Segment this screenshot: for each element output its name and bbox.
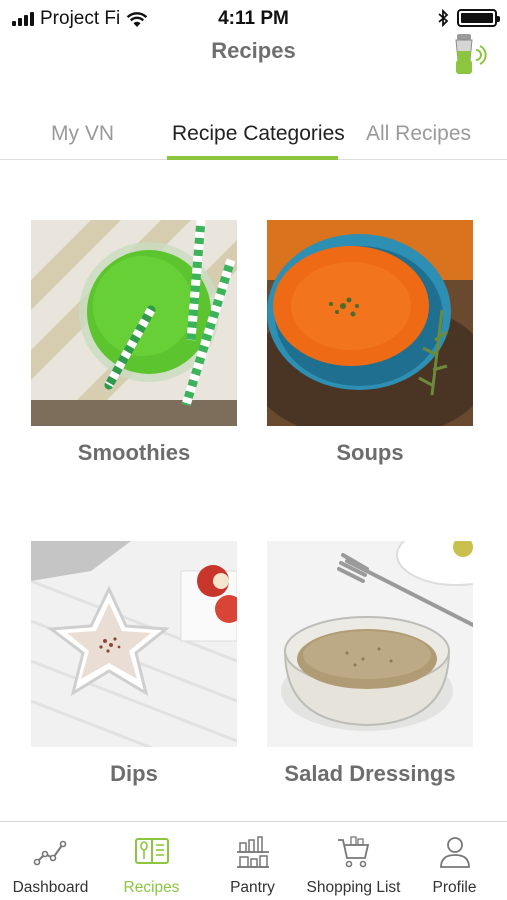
nav-pantry[interactable]: Pantry xyxy=(202,822,303,900)
person-icon xyxy=(439,837,470,868)
tomato-soup-photo xyxy=(267,220,473,426)
nav-recipes[interactable]: Recipes xyxy=(101,822,202,900)
nav-profile[interactable]: Profile xyxy=(404,822,505,900)
bottom-nav: Dashboard Recipes Pantry Shopping List P… xyxy=(0,821,507,900)
nav-label: Pantry xyxy=(230,879,275,896)
category-card-soups[interactable]: Soups xyxy=(267,220,473,466)
blender-connected-icon[interactable] xyxy=(451,30,489,78)
chart-line-icon xyxy=(33,840,66,866)
bluetooth-icon xyxy=(438,9,449,27)
category-label: Smoothies xyxy=(77,440,191,465)
active-tab-indicator xyxy=(167,156,338,160)
nav-label: Shopping List xyxy=(306,879,401,896)
nav-label: Profile xyxy=(432,879,477,896)
star-bowl-dip-photo xyxy=(31,541,237,747)
category-card-dips[interactable]: Dips xyxy=(31,541,237,787)
category-tabs: My VN Recipe Categories All Recipes xyxy=(0,112,507,160)
category-label: Dips xyxy=(110,761,158,786)
header: Recipes xyxy=(0,30,507,80)
category-label: Salad Dressings xyxy=(284,761,456,786)
tab-my-vn[interactable]: My VN xyxy=(51,122,114,146)
page-title: Recipes xyxy=(211,38,296,63)
nav-shopping-list[interactable]: Shopping List xyxy=(303,822,404,900)
green-smoothie-photo xyxy=(31,220,237,426)
dressing-bowl-photo xyxy=(267,541,473,747)
nav-dashboard[interactable]: Dashboard xyxy=(0,822,101,900)
pantry-shelf-icon xyxy=(236,836,269,868)
category-card-salad-dressings[interactable]: Salad Dressings xyxy=(267,541,473,787)
category-card-smoothies[interactable]: Smoothies xyxy=(31,220,237,466)
shopping-cart-icon xyxy=(337,836,369,868)
category-label: Soups xyxy=(336,440,404,465)
recipe-book-icon xyxy=(134,838,169,864)
status-right xyxy=(437,9,500,27)
status-time: 4:11 PM xyxy=(218,8,289,29)
nav-label: Dashboard xyxy=(12,879,89,896)
tab-recipe-categories[interactable]: Recipe Categories xyxy=(172,122,345,146)
tab-all-recipes[interactable]: All Recipes xyxy=(366,122,471,146)
battery-icon xyxy=(457,9,500,27)
nav-label: Recipes xyxy=(123,879,180,896)
